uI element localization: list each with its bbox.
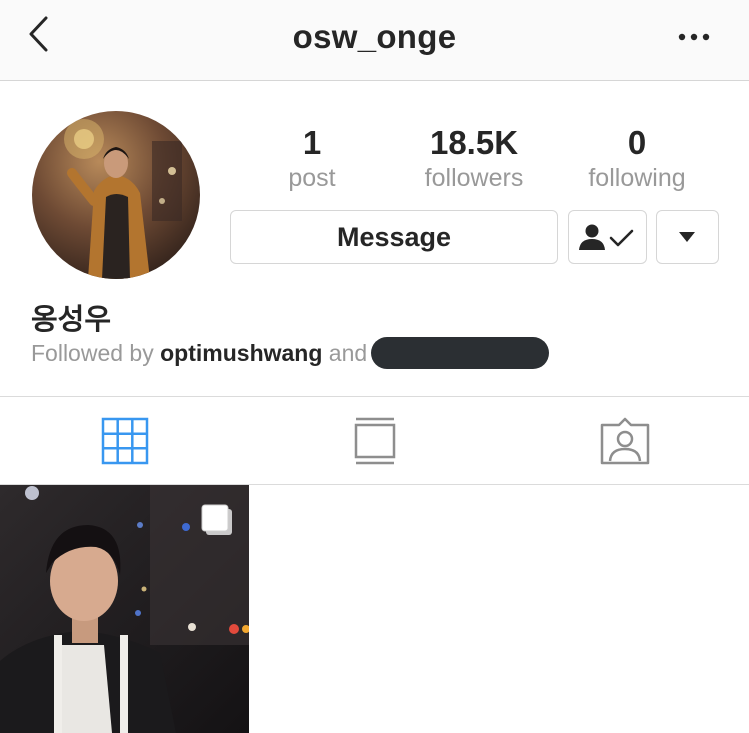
tagged-person-icon [600,417,650,465]
top-bar: osw_onge [0,0,749,81]
profile-view-tabs [0,396,749,485]
posts-label: post [288,164,336,192]
followed-by-text: Followed by optimushwang and [31,336,550,370]
followers-stat[interactable]: 18.5K followers [400,124,548,194]
profile-username-title: osw_onge [292,18,457,55]
post-thumbnail[interactable] [0,485,249,733]
profile-display-name: 옹성우 [31,304,112,336]
tab-list-view[interactable] [330,397,420,484]
posts-count-stat: 1 post [270,124,354,194]
suggestions-dropdown-button[interactable] [656,210,719,264]
followed-by-prefix: Followed by [31,340,154,366]
profile-avatar[interactable] [32,111,200,279]
followed-by-user-link[interactable]: optimushwang [160,340,322,366]
tab-tagged-view[interactable] [580,397,670,484]
more-options-button[interactable] [672,22,716,52]
more-horizontal-icon [678,33,710,41]
triangle-down-icon [679,232,695,242]
grid-icon [101,417,149,465]
following-status-button[interactable] [568,210,647,264]
followers-label: followers [424,164,524,192]
posts-count: 1 [302,124,322,161]
following-count: 0 [627,124,647,161]
person-check-icon [579,224,634,250]
avatar-photo [32,111,200,279]
followed-by-conjunction: and [328,340,368,366]
following-label: following [588,164,686,192]
following-stat[interactable]: 0 following [570,124,704,194]
message-button[interactable]: Message [230,210,558,264]
redacted-username [371,336,550,369]
tab-grid-view[interactable] [80,397,170,484]
followers-count: 18.5K [429,124,519,161]
multiple-photos-icon [201,504,232,535]
list-view-icon [354,417,396,465]
